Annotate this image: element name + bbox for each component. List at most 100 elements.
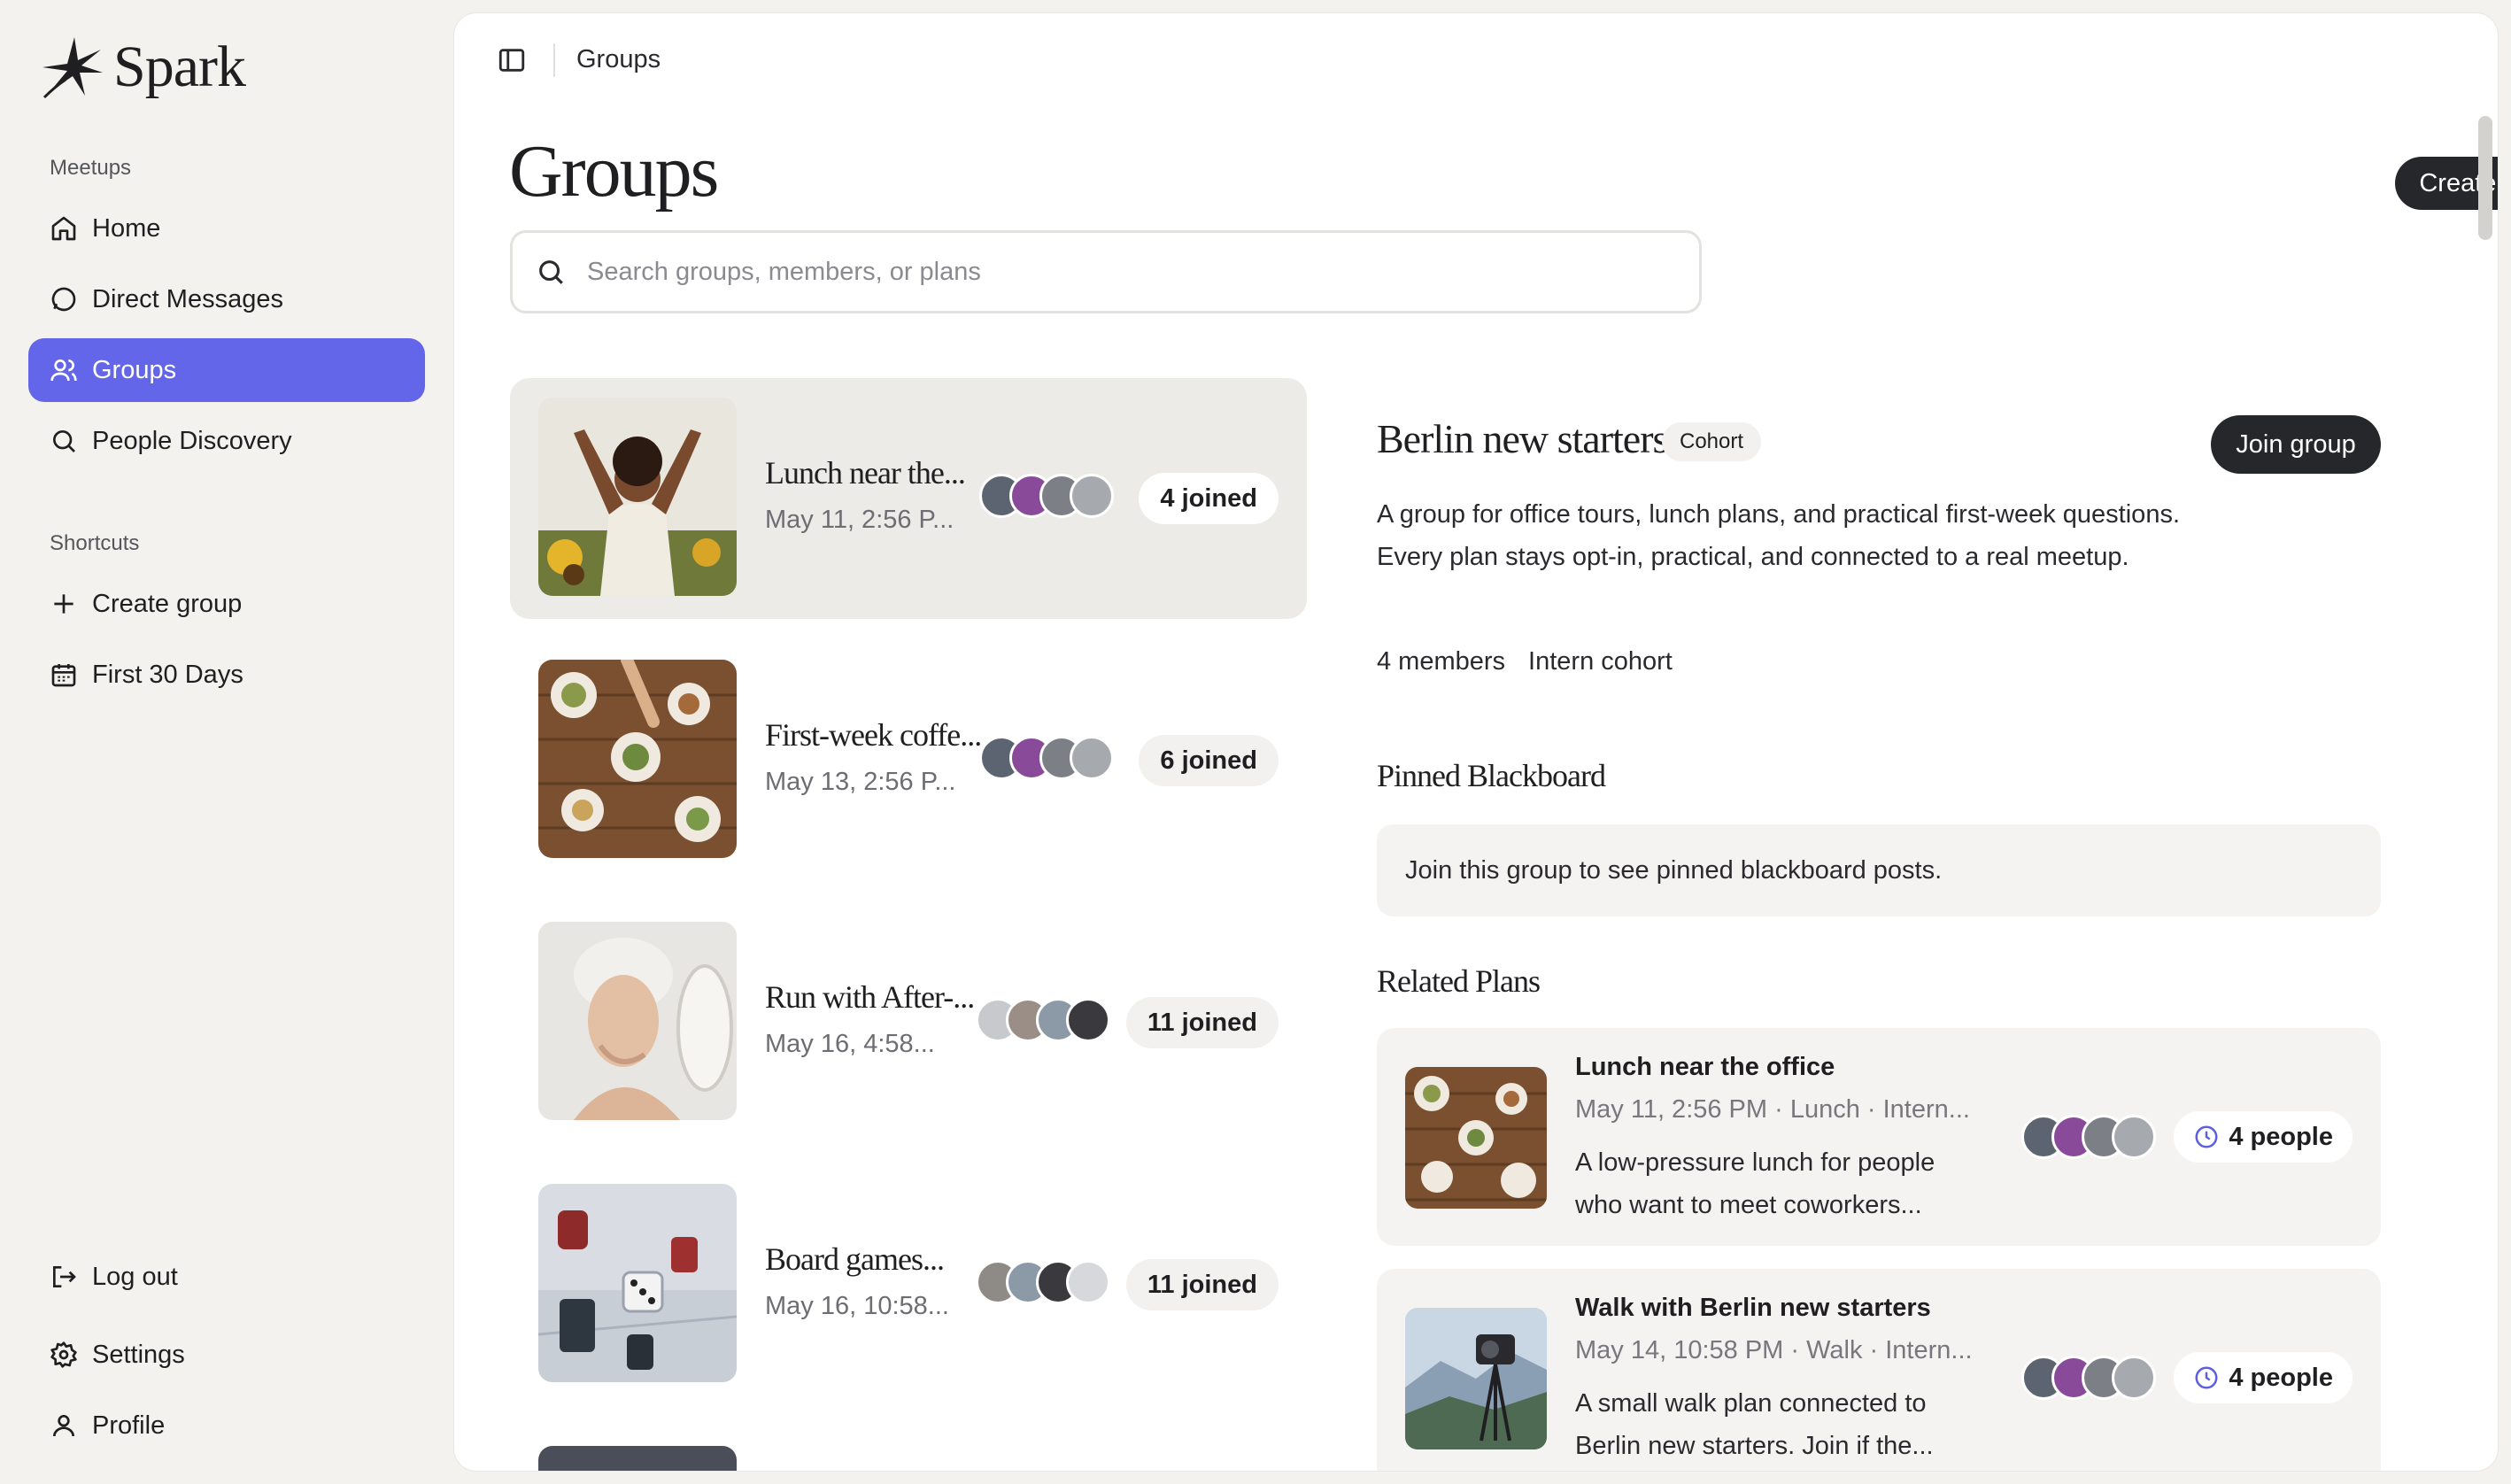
group-thumbnail <box>538 1184 737 1382</box>
sidebar-item-label: People Discovery <box>92 426 292 455</box>
clock-icon <box>2195 1366 2218 1389</box>
clock-icon <box>2195 1125 2218 1148</box>
member-avatars <box>2021 1115 2156 1159</box>
plan-title: Walk with Berlin new starters <box>1575 1294 1931 1322</box>
user-icon <box>53 1415 74 1437</box>
search-bar[interactable] <box>510 230 1702 313</box>
joined-count-badge: 4 joined <box>1139 473 1279 524</box>
app-name: Spark <box>113 35 246 99</box>
users-icon <box>50 359 77 382</box>
group-date: May 11, 2:56 P... <box>765 506 954 534</box>
pinned-blackboard-title: Pinned Blackboard <box>1377 758 1606 793</box>
sidebar-item-label: Groups <box>92 355 177 384</box>
people-count-badge: 4 people <box>2174 1352 2353 1403</box>
member-avatars <box>979 736 1114 780</box>
sidebar-item-home[interactable]: Home <box>28 197 425 260</box>
member-avatars <box>976 998 1110 1042</box>
plan-description: A low-pressure lunch for people who want… <box>1575 1148 1935 1219</box>
related-plans-title: Related Plans <box>1377 963 1541 999</box>
avatar <box>1066 1260 1110 1304</box>
group-card[interactable]: Run with After-... May 16, 4:58... 11 jo… <box>510 902 1307 1143</box>
top-bar: Groups <box>454 13 2498 112</box>
sidebar-item-label: Direct Messages <box>92 284 283 313</box>
group-name: Run with After-... <box>765 979 975 1015</box>
group-date: May 13, 2:56 P... <box>765 768 956 796</box>
spark-star-icon <box>42 37 103 99</box>
member-avatars <box>979 474 1114 518</box>
search-input[interactable] <box>587 257 1650 287</box>
avatar <box>1066 998 1110 1042</box>
plan-title: Lunch near the office <box>1575 1053 1835 1081</box>
sidebar-item-profile[interactable]: Profile <box>28 1394 425 1457</box>
join-group-button[interactable]: Join group <box>2211 415 2381 474</box>
group-card[interactable]: First-week coffe... May 13, 2:56 P... 6 … <box>510 640 1307 881</box>
plan-card[interactable]: Lunch near the office May 11, 2:56 PM · … <box>1377 1028 2381 1246</box>
plan-subtitle: May 11, 2:56 PM · Lunch · Intern... <box>1575 1095 1970 1124</box>
main-panel: Groups Groups Create group Lunch near th… <box>453 12 2499 1472</box>
joined-count-badge: 6 joined <box>1139 735 1279 786</box>
avatar <box>2112 1115 2156 1159</box>
group-type-badge: Cohort <box>1662 422 1762 461</box>
calendar-icon <box>51 664 76 687</box>
avatar <box>2112 1356 2156 1400</box>
page-title: Groups <box>509 130 719 213</box>
sidebar-item-label: Profile <box>92 1411 166 1440</box>
member-count: 4 members <box>1377 647 1506 676</box>
people-count-badge: 4 people <box>2174 1111 2353 1163</box>
group-card[interactable] <box>510 1426 1307 1471</box>
group-card[interactable]: Lunch near the... May 11, 2:56 P... 4 jo… <box>510 378 1307 619</box>
sidebar-item-label: Log out <box>92 1262 178 1291</box>
people-count: 4 people <box>2229 1122 2333 1151</box>
sidebar-item-people-discovery[interactable]: People Discovery <box>28 409 425 473</box>
member-avatars <box>976 1260 1110 1304</box>
breadcrumb-divider <box>553 43 555 77</box>
sidebar-item-settings[interactable]: Settings <box>28 1323 425 1387</box>
plan-card[interactable]: Walk with Berlin new starters May 14, 10… <box>1377 1269 2381 1471</box>
scrollbar[interactable] <box>2478 116 2492 240</box>
plan-thumbnail <box>1405 1308 1547 1449</box>
breadcrumb[interactable]: Groups <box>576 45 661 74</box>
gear-icon <box>50 1341 77 1368</box>
plan-thumbnail <box>1405 1067 1547 1209</box>
group-detail-title: Berlin new starters <box>1377 416 1668 461</box>
message-circle-icon <box>51 287 76 312</box>
member-avatars <box>2021 1356 2156 1400</box>
sidebar-item-direct-messages[interactable]: Direct Messages <box>28 267 425 331</box>
sidebar: Spark Meetups Home Direct Messages Group… <box>0 0 452 1484</box>
group-thumbnail <box>538 660 737 858</box>
pinned-blackboard-notice: Join this group to see pinned blackboard… <box>1377 824 2381 916</box>
group-meta: 4 members Intern cohort <box>1377 647 1673 676</box>
sidebar-item-label: Settings <box>92 1340 185 1369</box>
group-date: May 16, 4:58... <box>765 1030 935 1058</box>
shortcut-create-group[interactable]: Create group <box>28 572 425 636</box>
group-card[interactable]: Board games... May 16, 10:58... 11 joine… <box>510 1164 1307 1405</box>
app-logo[interactable]: Spark <box>39 34 246 101</box>
shortcut-first-30-days[interactable]: First 30 Days <box>28 643 425 707</box>
people-count: 4 people <box>2229 1363 2333 1392</box>
joined-count-badge: 11 joined <box>1125 1259 1279 1310</box>
group-name: Board games... <box>765 1241 945 1277</box>
home-icon <box>51 216 76 241</box>
section-label-meetups: Meetups <box>50 156 132 180</box>
sidebar-toggle-icon[interactable] <box>497 45 527 75</box>
group-name: First-week coffe... <box>765 717 982 753</box>
group-description: A group for office tours, lunch plans, a… <box>1377 500 2181 571</box>
plan-description: A small walk plan connected to Berlin ne… <box>1575 1389 1934 1460</box>
group-category: Intern cohort <box>1528 647 1673 676</box>
sidebar-item-log-out[interactable]: Log out <box>28 1245 425 1309</box>
group-thumbnail <box>538 398 737 596</box>
group-thumbnail <box>538 922 737 1120</box>
group-name: Lunch near the... <box>765 455 966 491</box>
group-date: May 16, 10:58... <box>765 1292 949 1320</box>
log-out-icon <box>53 1266 76 1287</box>
shortcut-label: Create group <box>92 589 243 618</box>
avatar <box>1070 474 1114 518</box>
search-icon <box>539 260 563 284</box>
avatar <box>1070 736 1114 780</box>
sidebar-item-groups[interactable]: Groups <box>28 338 425 402</box>
shortcut-label: First 30 Days <box>92 660 243 689</box>
plus-icon <box>54 594 73 614</box>
plan-subtitle: May 14, 10:58 PM · Walk · Intern... <box>1575 1336 1973 1364</box>
sidebar-item-label: Home <box>92 213 161 243</box>
joined-count-badge: 11 joined <box>1125 997 1279 1048</box>
